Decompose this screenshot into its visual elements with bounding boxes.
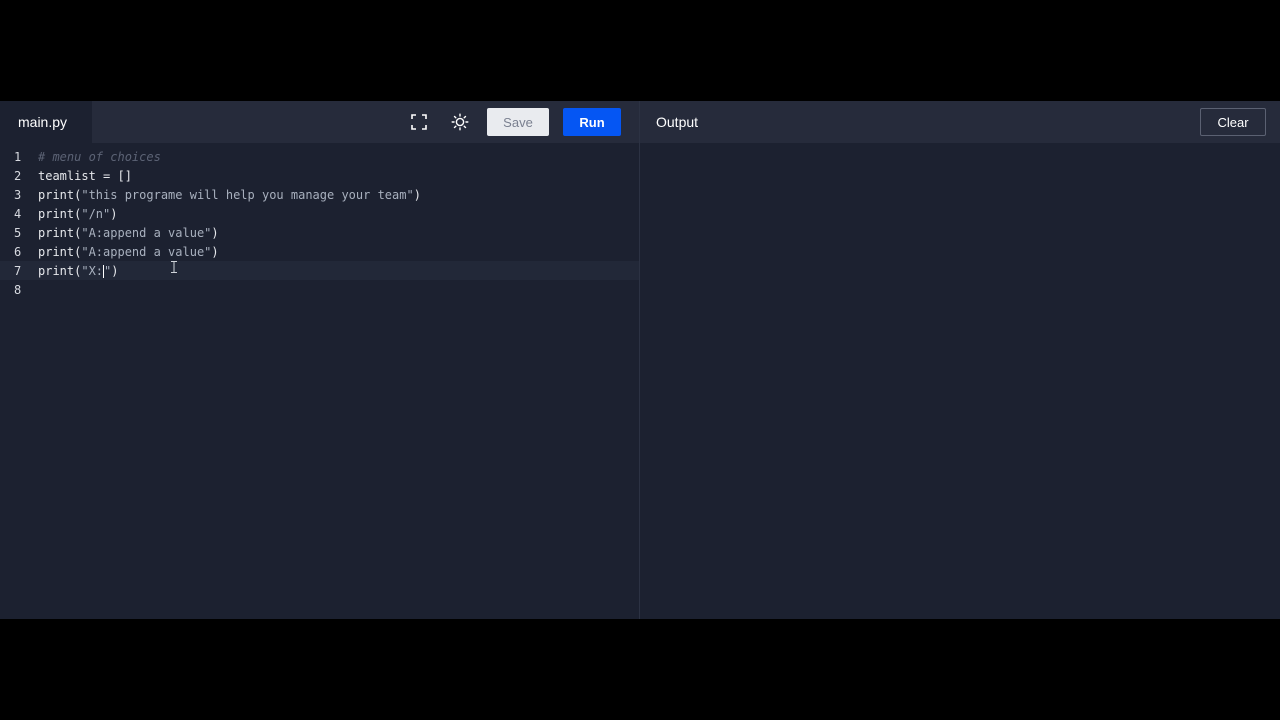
text-cursor-icon — [171, 261, 177, 273]
code-line[interactable]: 8 — [0, 280, 639, 299]
output-title: Output — [656, 114, 699, 130]
line-text: print("/n") — [38, 207, 118, 221]
code-token: "A:append a value" — [81, 225, 212, 240]
line-number: 4 — [14, 206, 22, 221]
file-tab-main-py[interactable]: main.py — [0, 101, 92, 143]
save-button[interactable]: Save — [487, 108, 549, 136]
theme-toggle-button[interactable] — [444, 108, 476, 136]
code-token: ) — [211, 225, 219, 240]
code-line[interactable]: 7 print("X:") — [0, 261, 639, 280]
line-text: print("A:append a value") — [38, 245, 219, 259]
fullscreen-icon — [411, 114, 427, 130]
line-number: 3 — [14, 187, 22, 202]
line-number: 8 — [14, 282, 22, 297]
code-line[interactable]: 1 # menu of choices — [0, 147, 639, 166]
line-number: 6 — [14, 244, 22, 259]
editor-toolbar: main.py Save Run — [0, 101, 639, 143]
code-token: teamlist = [] — [38, 168, 132, 183]
fullscreen-button[interactable] — [403, 108, 435, 136]
editor-pane: main.py Save Run 1 # menu of choices 2 t… — [0, 101, 640, 619]
code-token: ) — [413, 187, 421, 202]
code-token: print( — [38, 206, 82, 221]
line-number: 7 — [14, 263, 22, 278]
code-line[interactable]: 3 print("this programe will help you mana… — [0, 185, 639, 204]
code-token: "/n" — [81, 206, 111, 221]
code-token: print( — [38, 263, 82, 278]
code-token: "this programe will help you manage your… — [81, 187, 414, 202]
code-line[interactable]: 4 print("/n") — [0, 204, 639, 223]
run-button[interactable]: Run — [563, 108, 621, 136]
code-token: print( — [38, 187, 82, 202]
code-token: "A:append a value" — [81, 244, 212, 259]
code-line[interactable]: 2 teamlist = [] — [0, 166, 639, 185]
code-token: "X: — [81, 263, 104, 278]
line-text: print("this programe will help you manag… — [38, 188, 421, 202]
line-text: print("A:append a value") — [38, 226, 219, 240]
brightness-icon — [451, 113, 469, 131]
line-text: # menu of choices — [38, 150, 161, 164]
output-pane: Output Clear — [640, 101, 1280, 619]
code-token: ) — [211, 244, 219, 259]
online-python-ide: main.py Save Run 1 # menu of choices 2 t… — [0, 101, 1280, 619]
output-toolbar: Output Clear — [640, 101, 1280, 143]
line-number: 2 — [14, 168, 22, 183]
code-token: print( — [38, 244, 82, 259]
line-text: print("X:") — [38, 264, 119, 278]
clear-button[interactable]: Clear — [1200, 108, 1266, 136]
output-console[interactable] — [640, 143, 1280, 619]
code-token: # menu of choices — [38, 149, 161, 164]
code-line[interactable]: 6 print("A:append a value") — [0, 242, 639, 261]
line-number: 1 — [14, 149, 22, 164]
code-line[interactable]: 5 print("A:append a value") — [0, 223, 639, 242]
code-token: print( — [38, 225, 82, 240]
line-number: 5 — [14, 225, 22, 240]
code-editor[interactable]: 1 # menu of choices 2 teamlist = [] 3 print("… — [0, 143, 639, 619]
code-token: ) — [111, 263, 119, 278]
line-text: teamlist = [] — [38, 169, 132, 183]
code-token: ) — [110, 206, 118, 221]
